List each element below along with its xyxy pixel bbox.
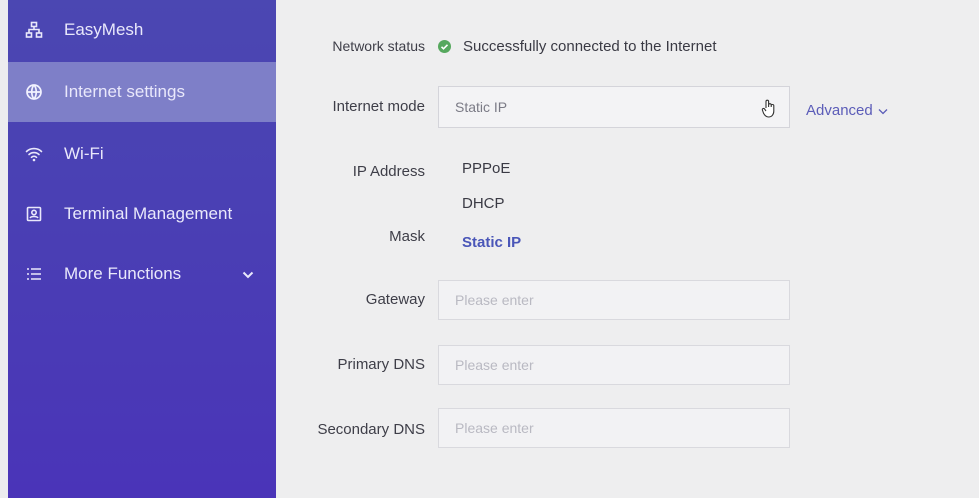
status-ok-icon	[438, 40, 451, 53]
sidebar: EasyMesh Internet settings Wi-Fi Termina…	[8, 0, 276, 498]
sidebar-item-easymesh[interactable]: EasyMesh	[8, 2, 276, 58]
hand-pointer-icon	[761, 99, 777, 124]
mode-option-dhcp[interactable]: DHCP	[462, 195, 505, 212]
network-status: Successfully connected to the Internet	[438, 38, 716, 55]
terminal-icon	[24, 206, 44, 222]
sidebar-item-label: EasyMesh	[64, 20, 144, 39]
primary-dns-placeholder: Please enter	[455, 357, 534, 373]
primary-dns-input[interactable]: Please enter	[438, 345, 790, 385]
sidebar-item-label: Internet settings	[64, 82, 185, 101]
mode-option-static-ip[interactable]: Static IP	[462, 234, 521, 251]
gateway-label: Gateway	[365, 291, 425, 308]
sidebar-item-wifi[interactable]: Wi-Fi	[8, 124, 276, 184]
chevron-down-icon	[242, 264, 254, 284]
secondary-dns-placeholder: Please enter	[455, 420, 534, 436]
ip-address-label: IP Address	[352, 163, 425, 180]
list-icon	[24, 267, 44, 281]
gateway-placeholder: Please enter	[455, 292, 534, 308]
globe-icon	[24, 83, 44, 101]
internet-mode-value: Static IP	[455, 99, 508, 115]
mask-label: Mask	[389, 228, 425, 245]
sidebar-item-label: More Functions	[64, 264, 182, 283]
secondary-dns-label: Secondary DNS	[317, 421, 425, 438]
gateway-input[interactable]: Please enter	[438, 280, 790, 320]
sidebar-item-more-functions[interactable]: More Functions	[8, 244, 276, 304]
sidebar-item-label: Terminal Management	[64, 204, 233, 223]
wifi-icon	[24, 146, 44, 162]
network-status-label: Network status	[332, 38, 425, 54]
internet-mode-label: Internet mode	[332, 98, 425, 115]
mesh-icon	[24, 21, 44, 39]
sidebar-item-label: Wi-Fi	[64, 144, 104, 163]
internet-mode-select[interactable]: Static IP	[438, 86, 790, 128]
advanced-toggle[interactable]: Advanced	[806, 102, 888, 119]
secondary-dns-input[interactable]: Please enter	[438, 408, 790, 448]
sidebar-item-internet-settings[interactable]: Internet settings	[8, 62, 276, 122]
mode-option-pppoe[interactable]: PPPoE	[462, 160, 510, 177]
advanced-label: Advanced	[806, 102, 873, 119]
primary-dns-label: Primary DNS	[337, 356, 425, 373]
sidebar-item-terminal-management[interactable]: Terminal Management	[8, 184, 276, 244]
network-status-value: Successfully connected to the Internet	[463, 38, 717, 55]
chevron-down-icon	[878, 102, 888, 119]
